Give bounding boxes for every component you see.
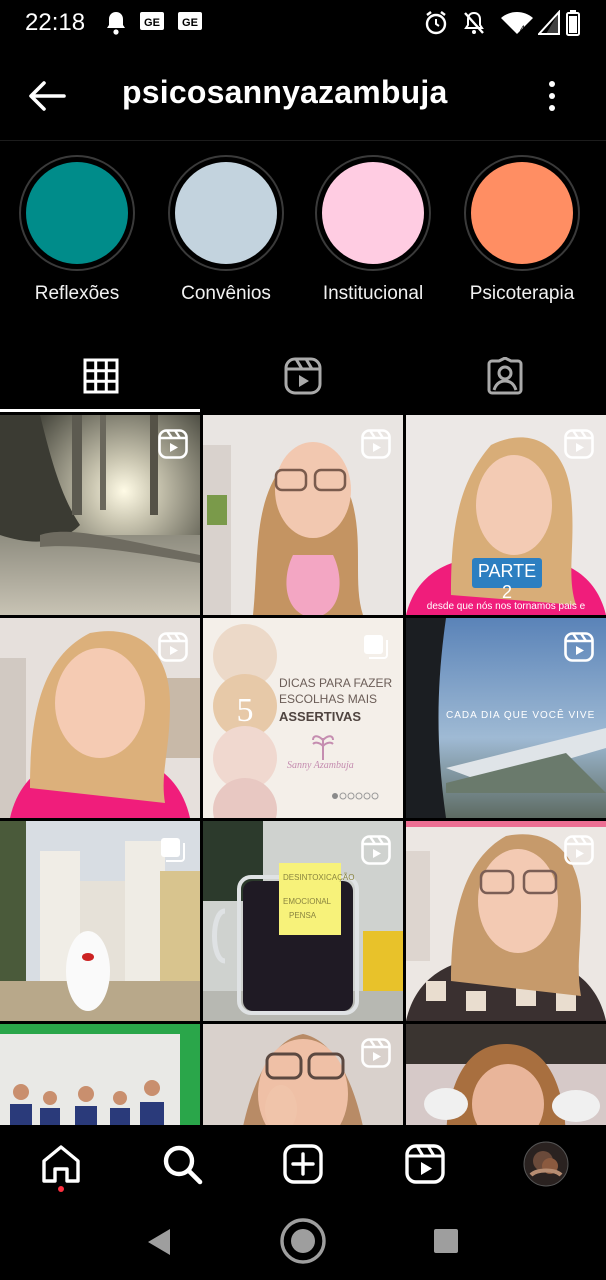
post-tile-parte-2[interactable]: PARTE 2 desde que nós nos tornamos pais … — [406, 415, 606, 615]
post-tile-group-photo[interactable] — [0, 1024, 200, 1125]
carousel-badge-icon — [363, 634, 389, 660]
svg-text:GE: GE — [182, 17, 198, 29]
reel-badge-icon — [564, 429, 594, 459]
reel-badge-icon — [158, 632, 188, 662]
tagged-person-icon — [486, 357, 524, 395]
profile-app-bar: psicosannyazambuja — [0, 48, 606, 140]
search-icon — [161, 1143, 203, 1185]
note-line2: EMOCIONAL — [283, 897, 332, 906]
posts-grid: PARTE 2 desde que nós nos tornamos pais … — [0, 415, 606, 1125]
reels-icon — [405, 1144, 445, 1184]
highlight-cover — [464, 155, 580, 271]
story-highlights: Reflexões Convênios Institucional Psicot… — [0, 155, 606, 315]
tab-tagged[interactable] — [404, 340, 606, 412]
back-arrow-icon[interactable] — [24, 74, 68, 118]
app-bar-divider — [0, 140, 606, 141]
bell-icon — [104, 10, 128, 36]
grid-icon — [83, 358, 119, 394]
carousel-badge-icon — [160, 837, 186, 863]
alarm-icon — [424, 10, 448, 36]
note-line1: DESINTOXICAÇÃO — [283, 873, 355, 882]
ge-badge-icon: GE — [140, 10, 164, 32]
nav-create-tab[interactable] — [278, 1139, 328, 1189]
reel-badge-icon — [361, 429, 391, 459]
nav-reels-tab[interactable] — [400, 1139, 450, 1189]
reel-badge-icon — [361, 835, 391, 865]
signal-icon — [538, 10, 560, 36]
highlight-disc — [471, 162, 573, 264]
post-text-line1: DICAS PARA FAZER — [279, 676, 393, 690]
post-caption: CADA DIA QUE VOCÊ VIVE — [446, 710, 596, 721]
ge-badge-icon: GE — [178, 10, 202, 32]
highlight-label: Reflexões — [34, 283, 120, 304]
profile-username: psicosannyazambuja — [122, 74, 448, 110]
nav-back-icon[interactable] — [146, 1227, 172, 1257]
profile-avatar-icon — [523, 1141, 569, 1187]
bottom-navigation — [0, 1125, 606, 1205]
more-vert-icon[interactable] — [538, 78, 566, 114]
nav-search-tab[interactable] — [157, 1139, 207, 1189]
post-tile-church-mascot[interactable] — [0, 821, 200, 1021]
post-brand: Sanny Azambuja — [287, 760, 354, 771]
post-caption-parte-2: PARTE 2 — [477, 561, 537, 602]
mute-icon — [462, 10, 486, 36]
tab-posts-grid[interactable] — [0, 340, 202, 412]
post-tile-child-photo[interactable] — [406, 1024, 606, 1125]
nav-profile-tab[interactable] — [521, 1139, 571, 1189]
post-tile-forest-sunlight[interactable] — [0, 415, 200, 615]
highlight-cover — [19, 155, 135, 271]
reel-badge-icon — [361, 1038, 391, 1068]
post-text-line2: ESCOLHAS MAIS — [279, 692, 378, 706]
status-time: 22:18 — [25, 9, 86, 36]
status-bar: 22:18 GE GE 4 — [0, 0, 606, 48]
wifi-icon: 4 — [500, 10, 534, 36]
post-subtitle: desde que nós nos tornamos pais e — [426, 601, 586, 612]
highlight-psicoterapia[interactable]: Psicoterapia — [457, 155, 587, 305]
highlight-label: Psicoterapia — [469, 283, 575, 304]
highlight-institucional[interactable]: Institucional — [308, 155, 438, 305]
notification-dot — [58, 1186, 64, 1192]
reel-badge-icon — [158, 429, 188, 459]
highlight-cover — [315, 155, 431, 271]
highlight-disc — [322, 162, 424, 264]
highlight-label: Institucional — [322, 283, 424, 304]
highlight-cover — [168, 155, 284, 271]
active-tab-indicator — [0, 409, 200, 412]
svg-text:GE: GE — [144, 17, 160, 29]
note-line3: PENSA — [289, 911, 317, 920]
highlight-convenios[interactable]: Convênios — [161, 155, 291, 305]
tab-reels[interactable] — [202, 340, 404, 412]
reel-badge-icon — [564, 835, 594, 865]
nav-home-icon[interactable] — [279, 1217, 327, 1265]
highlight-disc — [175, 162, 277, 264]
highlight-reflexoes[interactable]: Reflexões — [12, 155, 142, 305]
post-tile-5-dicas[interactable]: 5 DICAS PARA FAZER ESCOLHAS MAIS ASSERTI… — [203, 618, 403, 818]
reel-badge-icon — [564, 632, 594, 662]
post-tile-woman-patterned-top[interactable] — [406, 821, 606, 1021]
create-post-icon — [283, 1144, 323, 1184]
nav-recents-icon[interactable] — [433, 1228, 459, 1254]
home-icon — [40, 1143, 82, 1185]
highlight-label: Convênios — [181, 283, 271, 304]
post-tile-coffee-note[interactable]: DESINTOXICAÇÃO EMOCIONAL PENSA — [203, 821, 403, 1021]
system-navigation-bar — [0, 1205, 606, 1280]
post-tile-woman-magenta-shirt[interactable] — [0, 618, 200, 818]
nav-home-tab[interactable] — [36, 1139, 86, 1189]
post-tile-airplane-window[interactable]: CADA DIA QUE VOCÊ VIVE — [406, 618, 606, 818]
post-tile-woman-pink-shirt[interactable] — [203, 415, 403, 615]
svg-text:4: 4 — [520, 24, 525, 34]
highlight-disc — [26, 162, 128, 264]
post-tile-woman-hand-face[interactable] — [203, 1024, 403, 1125]
post-number: 5 — [236, 692, 254, 729]
battery-icon — [566, 10, 580, 36]
post-text-line3: ASSERTIVAS — [279, 709, 362, 724]
profile-tabs — [0, 340, 606, 412]
reels-icon — [284, 357, 322, 395]
